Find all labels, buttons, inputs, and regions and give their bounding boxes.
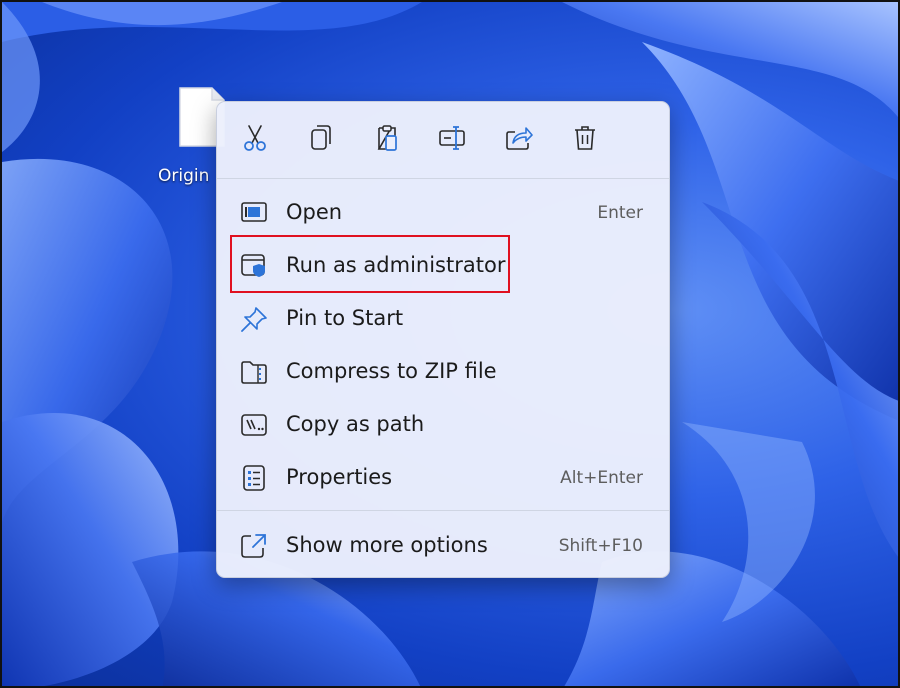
menu-item-label: Open bbox=[286, 200, 343, 224]
share-icon bbox=[506, 127, 533, 150]
menu-item-open[interactable]: Open Enter bbox=[225, 189, 661, 237]
menu-item-label: Show more options bbox=[286, 533, 488, 557]
delete-button[interactable] bbox=[569, 122, 601, 154]
menu-item-pin-to-start[interactable]: Pin to Start bbox=[225, 295, 661, 343]
menu-item-shortcut: Alt+Enter bbox=[560, 468, 643, 488]
rename-icon bbox=[439, 126, 465, 150]
shield-window-icon bbox=[241, 254, 265, 277]
file-name-label: Origin bbox=[158, 166, 210, 186]
menu-item-shortcut: Shift+F10 bbox=[558, 536, 643, 556]
menu-item-label: Run as administrator bbox=[286, 253, 506, 277]
properties-icon bbox=[243, 465, 265, 491]
copy-icon bbox=[311, 125, 331, 150]
menu-item-shortcut: Enter bbox=[597, 203, 643, 223]
menu-item-copy-as-path[interactable]: Copy as path bbox=[225, 401, 661, 449]
menu-item-label: Properties bbox=[286, 465, 393, 489]
menu-item-show-more-options[interactable]: Show more options Shift+F10 bbox=[225, 522, 661, 570]
share-button[interactable] bbox=[503, 122, 535, 154]
zip-folder-icon bbox=[241, 361, 267, 384]
menu-item-run-as-administrator[interactable]: Run as administrator bbox=[225, 242, 661, 290]
paste-button[interactable] bbox=[371, 122, 403, 154]
cut-icon bbox=[244, 125, 266, 151]
menu-divider bbox=[217, 510, 669, 511]
cut-button[interactable] bbox=[239, 122, 271, 154]
desktop: Origin Open Enter Run as administrator P… bbox=[0, 0, 900, 688]
rename-button[interactable] bbox=[437, 122, 469, 154]
copy-button[interactable] bbox=[305, 122, 337, 154]
menu-divider bbox=[217, 178, 669, 179]
menu-item-properties[interactable]: Properties Alt+Enter bbox=[225, 454, 661, 502]
delete-icon bbox=[575, 126, 595, 150]
external-link-icon bbox=[241, 534, 266, 558]
menu-item-label: Compress to ZIP file bbox=[286, 359, 497, 383]
copy-path-icon bbox=[241, 414, 267, 436]
menu-item-label: Copy as path bbox=[286, 412, 425, 436]
pin-icon bbox=[241, 307, 267, 332]
menu-item-label: Pin to Start bbox=[286, 306, 404, 330]
context-menu: Open Enter Run as administrator Pin to S… bbox=[216, 101, 670, 578]
open-icon bbox=[241, 202, 267, 222]
menu-item-compress-zip[interactable]: Compress to ZIP file bbox=[225, 348, 661, 396]
context-toolbar bbox=[217, 102, 669, 178]
paste-icon bbox=[377, 125, 397, 151]
